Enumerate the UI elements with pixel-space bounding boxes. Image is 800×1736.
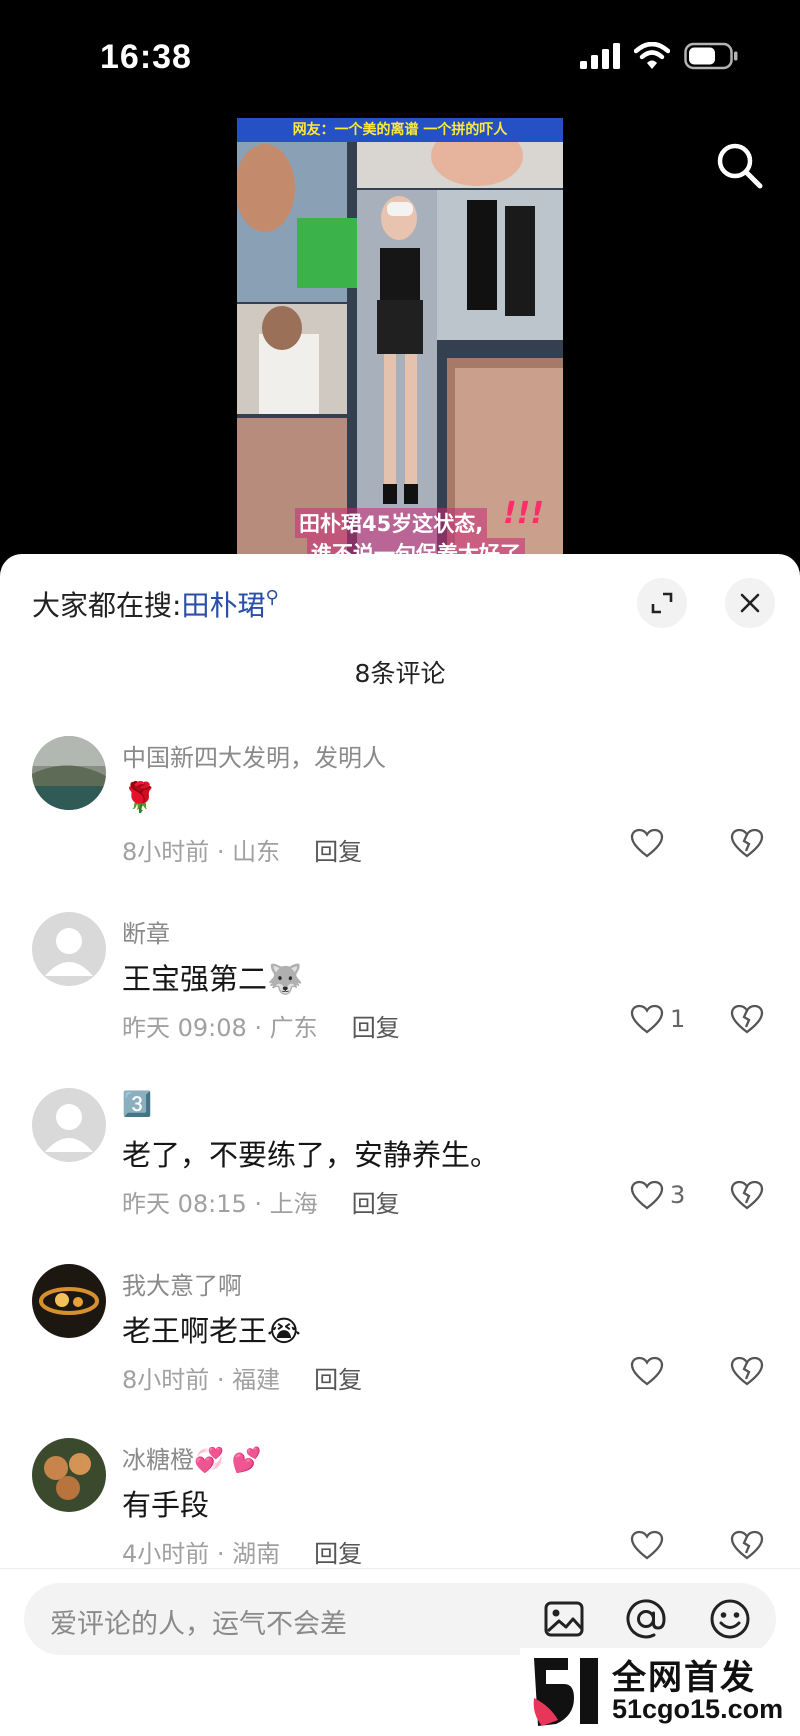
avatar[interactable]: [32, 912, 106, 986]
avatar[interactable]: [32, 1264, 106, 1338]
comment-username[interactable]: 断章: [122, 914, 170, 949]
hot-search-label: 大家都在搜:: [32, 589, 182, 622]
broken-heart-icon: [730, 1004, 764, 1034]
status-icons: [580, 42, 738, 70]
close-icon: [740, 593, 760, 613]
battery-icon: [684, 42, 738, 70]
small-search-icon: ⚲: [265, 587, 279, 608]
broken-heart-icon: [730, 1356, 764, 1386]
avatar-image: [32, 1264, 106, 1338]
like-button[interactable]: 3: [630, 1180, 685, 1210]
comment-text: 老王啊老王😭: [122, 1314, 301, 1348]
comment-meta: 4小时前 · 湖南 回复: [122, 1534, 362, 1569]
mention-icon[interactable]: [624, 1597, 668, 1641]
comment-sheet: 大家都在搜:田朴珺⚲ 8条评论 中国新四大发明，发明人 🌹 8小时前 · 山东回…: [0, 554, 800, 1736]
comment-text: 王宝强第二🐺: [122, 962, 304, 996]
avatar[interactable]: [32, 736, 106, 810]
heart-icon: [630, 828, 664, 858]
wifi-icon: [634, 42, 670, 69]
comment-username[interactable]: 我大意了啊: [122, 1266, 242, 1301]
heart-icon: [630, 1004, 664, 1034]
expand-icon: [651, 592, 673, 614]
hot-search[interactable]: 大家都在搜:田朴珺⚲: [32, 584, 279, 624]
reply-button[interactable]: 回复: [314, 1540, 362, 1568]
heart-icon: [630, 1356, 664, 1386]
like-button[interactable]: [630, 1356, 670, 1386]
heart-icon: [630, 1530, 664, 1560]
comment-text: 有手段: [122, 1488, 210, 1522]
comment-time-location: 昨天 08:15 · 上海: [122, 1190, 318, 1218]
like-count: 3: [670, 1181, 686, 1209]
dislike-button[interactable]: [730, 1180, 764, 1214]
comment-username[interactable]: 3️⃣: [122, 1090, 152, 1118]
image-icon[interactable]: [542, 1597, 586, 1641]
expand-button[interactable]: [637, 578, 687, 628]
broken-heart-icon: [730, 828, 764, 858]
default-avatar-icon: [32, 912, 106, 986]
video-collage-image: [237, 118, 563, 558]
like-button[interactable]: [630, 828, 670, 858]
comment-time-location: 8小时前 · 山东: [122, 838, 281, 866]
like-count: 1: [670, 1005, 686, 1033]
default-avatar-icon: [32, 1088, 106, 1162]
comment-meta: 8小时前 · 山东 回复: [122, 832, 362, 867]
broken-heart-icon: [730, 1530, 764, 1560]
comment-item: 3️⃣ 老了，不要练了，安静养生。 昨天 08:15 · 上海 回复 3: [0, 1088, 800, 1258]
like-button[interactable]: [630, 1530, 670, 1560]
site-watermark: 全网首发 51cgo15.com: [520, 1648, 800, 1736]
dislike-button[interactable]: [730, 1004, 764, 1038]
reply-button[interactable]: 回复: [352, 1190, 400, 1218]
comment-username[interactable]: 中国新四大发明，发明人: [122, 738, 386, 773]
broken-heart-icon: [730, 1180, 764, 1210]
reply-button[interactable]: 回复: [314, 838, 362, 866]
avatar-image: [32, 736, 106, 810]
dislike-button[interactable]: [730, 1530, 764, 1564]
comment-time-location: 4小时前 · 湖南: [122, 1540, 281, 1568]
comment-item: 我大意了啊 老王啊老王😭 8小时前 · 福建 回复: [0, 1264, 800, 1434]
comment-meta: 昨天 08:15 · 上海 回复: [122, 1184, 400, 1219]
avatar-image: [32, 1438, 106, 1512]
comment-username[interactable]: 冰糖橙💞 💕: [122, 1440, 261, 1475]
close-button[interactable]: [725, 578, 775, 628]
comment-item: 断章 王宝强第二🐺 昨天 09:08 · 广东 回复 1: [0, 912, 800, 1082]
site-logo-icon: [533, 1658, 598, 1726]
comment-meta: 昨天 09:08 · 广东 回复: [122, 1008, 400, 1043]
watermark-title: 全网首发: [612, 1658, 756, 1698]
comment-meta: 8小时前 · 福建 回复: [122, 1360, 362, 1395]
comment-time-location: 昨天 09:08 · 广东: [122, 1014, 318, 1042]
comment-input[interactable]: 爱评论的人，运气不会差: [24, 1583, 776, 1655]
status-bar: 16:38: [0, 0, 800, 110]
search-icon[interactable]: [712, 138, 768, 194]
emoji-icon[interactable]: [708, 1597, 752, 1641]
watermark-url: 51cgo15.com: [612, 1694, 784, 1724]
avatar[interactable]: [32, 1088, 106, 1162]
reply-button[interactable]: 回复: [314, 1366, 362, 1394]
heart-icon: [630, 1180, 664, 1210]
comment-time-location: 8小时前 · 福建: [122, 1366, 281, 1394]
video-exclaim: !!!: [503, 496, 545, 531]
cellular-signal-icon: [580, 43, 620, 69]
video-top-caption: 网友：一个美的离谱 一个拼的吓人: [237, 118, 563, 142]
comment-input-placeholder: 爱评论的人，运气不会差: [50, 1609, 347, 1640]
video-caption-line1: 田朴珺45岁这状态,: [295, 508, 488, 538]
reply-button[interactable]: 回复: [352, 1014, 400, 1042]
dislike-button[interactable]: [730, 828, 764, 862]
comment-count: 8条评论: [354, 659, 446, 688]
comment-item: 中国新四大发明，发明人 🌹 8小时前 · 山东 回复: [0, 736, 800, 906]
comment-text: 🌹: [122, 780, 159, 814]
hot-search-keyword[interactable]: 田朴珺: [181, 589, 265, 622]
video-player[interactable]: 网友：一个美的离谱 一个拼的吓人 田朴珺45岁这状态, 谁不说一句保养太好了 !…: [237, 118, 563, 558]
avatar[interactable]: [32, 1438, 106, 1512]
dislike-button[interactable]: [730, 1356, 764, 1390]
like-button[interactable]: 1: [630, 1004, 685, 1034]
status-time: 16:38: [100, 38, 192, 76]
comment-text: 老了，不要练了，安静养生。: [122, 1138, 500, 1172]
